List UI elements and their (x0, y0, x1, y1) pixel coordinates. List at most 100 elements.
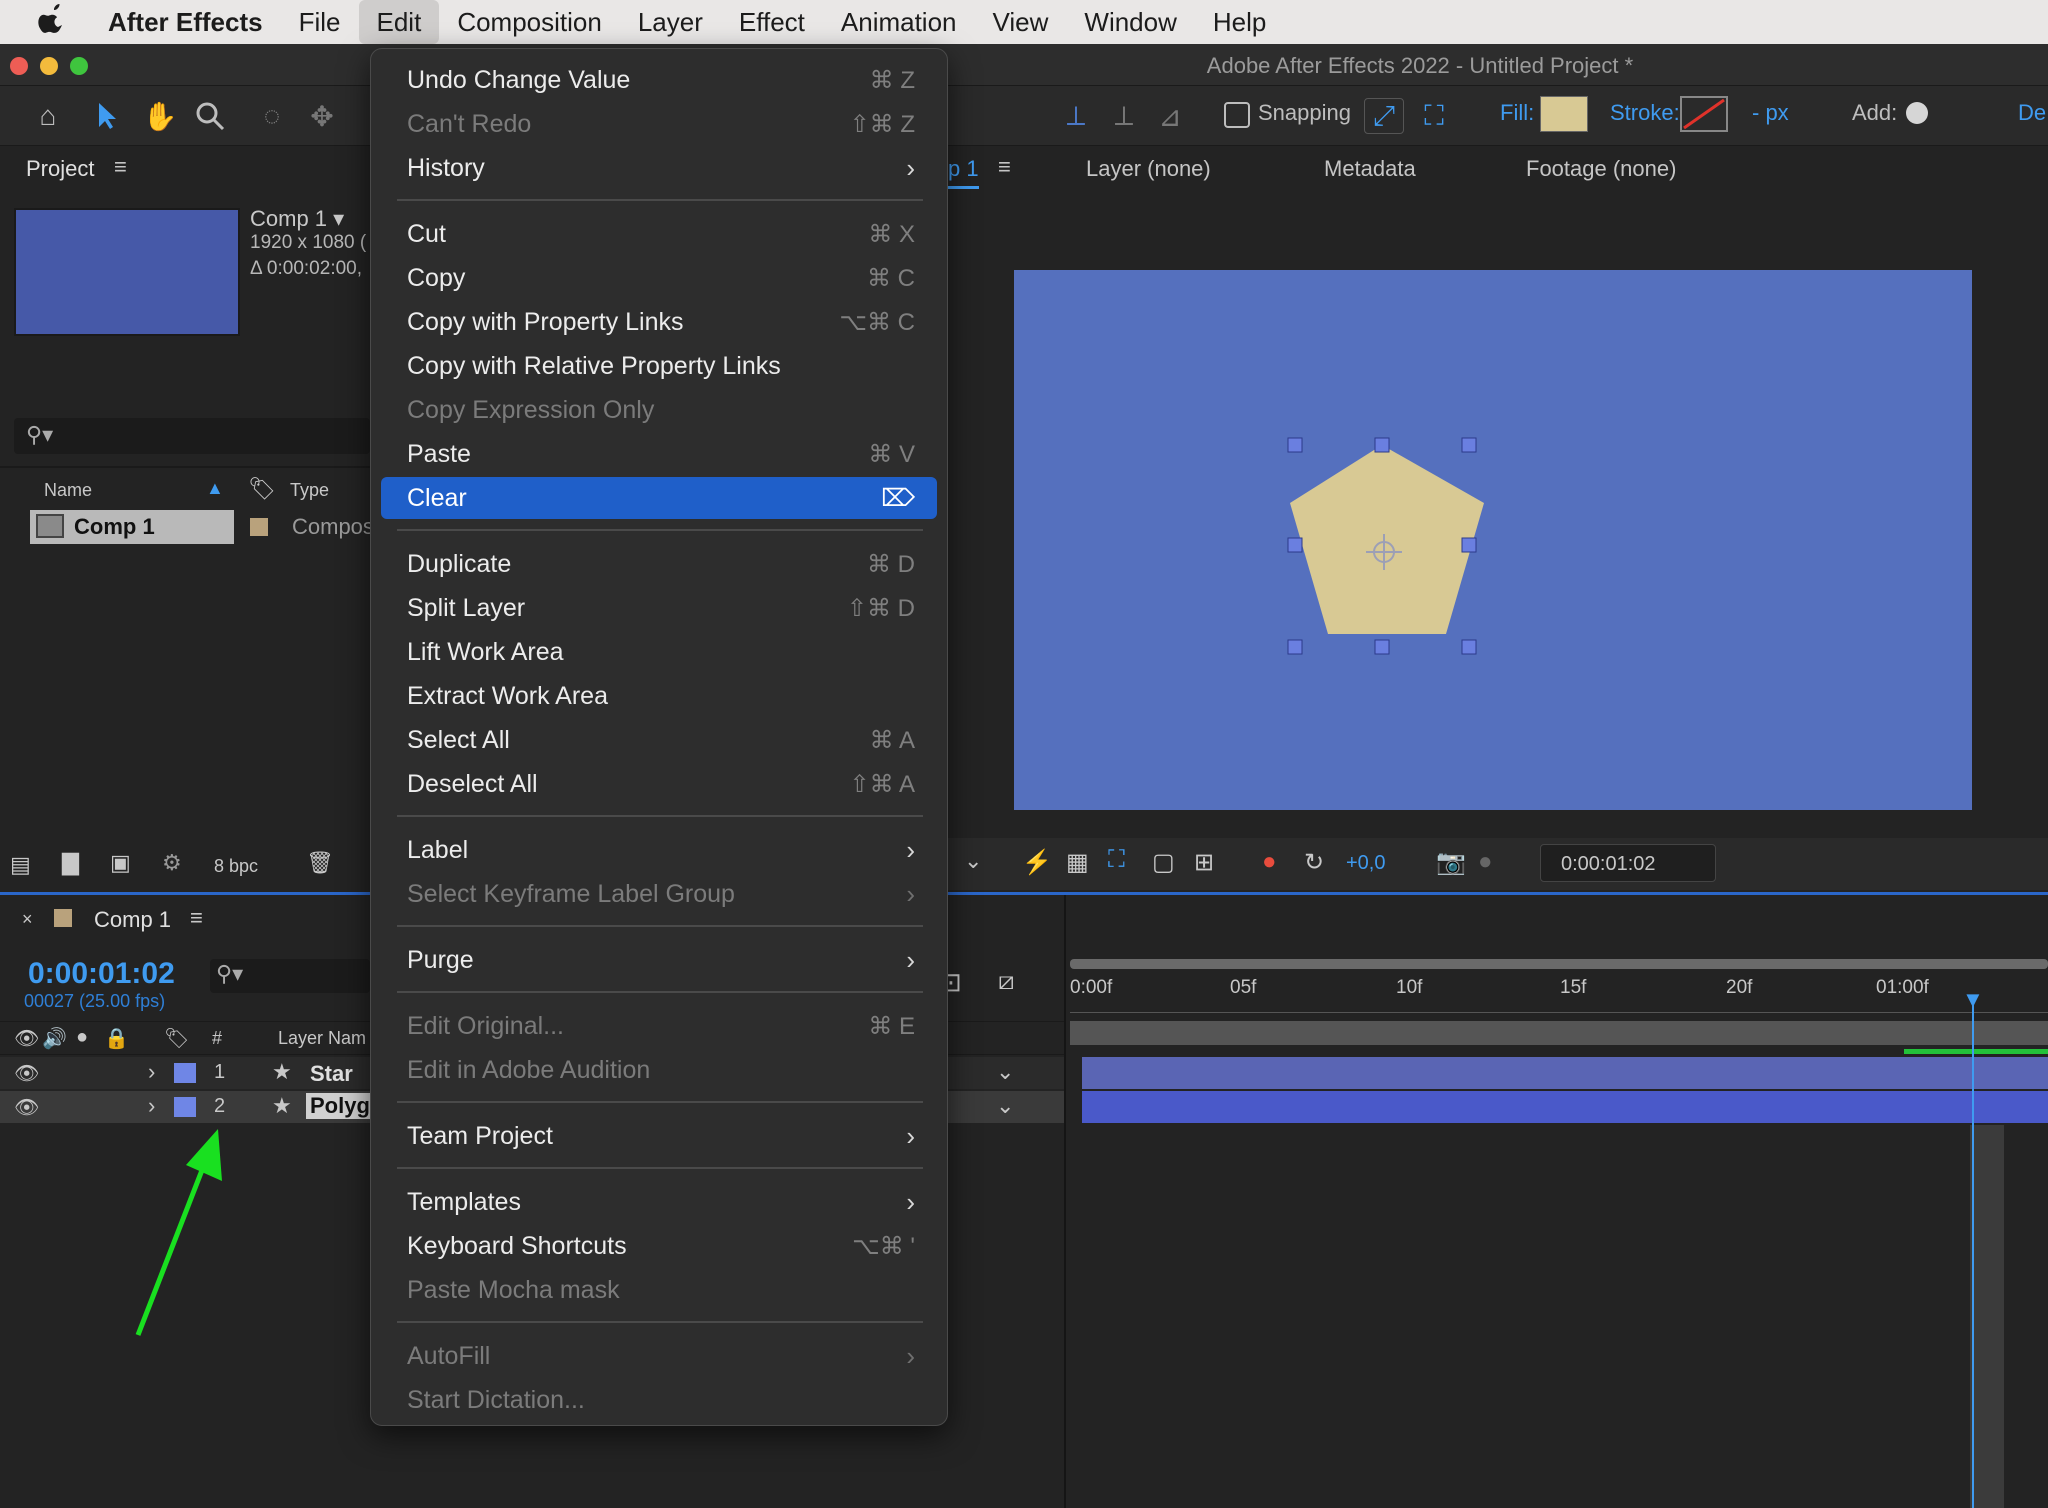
menu-composition[interactable]: Composition (439, 0, 620, 44)
chevron-right-icon[interactable]: › (148, 1093, 155, 1119)
layer-bar-polygon[interactable] (1082, 1091, 2048, 1123)
menu-item-deselect-all[interactable]: Deselect All ⇧⌘ A (381, 763, 937, 805)
fast-previews-icon[interactable]: ⚡ (1022, 848, 1052, 877)
hand-tool-icon[interactable]: ✋ (140, 98, 180, 134)
menu-item-copy-with-relative-property-links[interactable]: Copy with Relative Property Links (381, 345, 937, 387)
transparency-grid-icon[interactable]: ▦ (1066, 848, 1089, 877)
menu-item-templates[interactable]: Templates › (381, 1181, 937, 1223)
lock-switch-icon[interactable]: 🔒 (104, 1026, 129, 1051)
axis-world-icon[interactable]: ⟂ (1104, 98, 1144, 134)
menu-item-split-layer[interactable]: Split Layer ⇧⌘ D (381, 587, 937, 629)
new-composition-icon[interactable]: ▣ (110, 850, 131, 876)
layer-label-swatch[interactable] (174, 1063, 196, 1083)
menu-item-lift-work-area[interactable]: Lift Work Area (381, 631, 937, 673)
chevron-right-icon[interactable]: › (148, 1059, 155, 1085)
column-layer-name[interactable]: Layer Nam (278, 1028, 366, 1049)
menu-edit[interactable]: Edit (358, 0, 440, 44)
chevron-down-icon[interactable]: ⌄ (996, 1059, 1014, 1085)
menu-item-select-all[interactable]: Select All ⌘ A (381, 719, 937, 761)
menu-item-extract-work-area[interactable]: Extract Work Area (381, 675, 937, 717)
interpret-footage-icon[interactable]: ▤ (10, 852, 31, 878)
layer-name[interactable]: Star (310, 1061, 353, 1087)
axis-view-icon[interactable]: ⊿ (1150, 98, 1190, 134)
project-search-input[interactable]: ⚲▾ (14, 418, 370, 454)
solo-switch-icon[interactable]: ● (76, 1026, 88, 1049)
comp-canvas[interactable] (1014, 270, 1972, 810)
mask-visibility-icon[interactable]: ⛶ (1108, 846, 1125, 874)
reset-exposure-icon[interactable]: ↻ (1304, 848, 1324, 877)
menu-item-duplicate[interactable]: Duplicate ⌘ D (381, 543, 937, 585)
new-folder-icon[interactable]: ▇ (62, 850, 79, 876)
column-type[interactable]: Type (290, 480, 329, 501)
menu-layer[interactable]: Layer (620, 0, 721, 44)
menu-item-clear[interactable]: Clear ⌦ (381, 477, 937, 519)
panel-menu-icon[interactable]: ≡ (114, 154, 127, 180)
close-window-button[interactable] (10, 57, 28, 75)
menu-help[interactable]: Help (1195, 0, 1284, 44)
timeline-tab[interactable]: Comp 1 (94, 907, 171, 933)
timeline-search-input[interactable]: ⚲▾ (210, 959, 370, 993)
column-name[interactable]: Name (44, 480, 92, 501)
project-tab[interactable]: Project (26, 156, 94, 182)
project-settings-icon[interactable]: ⚙ (162, 850, 182, 876)
home-icon[interactable]: ⌂ (28, 98, 68, 134)
apple-icon[interactable] (38, 2, 82, 42)
panel-menu-icon-timeline[interactable]: ≡ (190, 905, 203, 931)
orbit-tool-icon[interactable]: ◌ (252, 98, 292, 134)
layer-name[interactable]: Polyg (306, 1093, 374, 1119)
menu-app[interactable]: After Effects (82, 0, 281, 44)
region-of-interest-icon[interactable]: ▢ (1152, 848, 1175, 877)
bit-depth-button[interactable]: 8 bpc (214, 856, 258, 877)
polygon-shape[interactable] (1290, 445, 1484, 634)
zoom-window-button[interactable] (70, 57, 88, 75)
show-snapshot-icon[interactable]: ● (1478, 848, 1493, 876)
menu-item-paste[interactable]: Paste ⌘ V (381, 433, 937, 475)
menu-item-label[interactable]: Label › (381, 829, 937, 871)
comp-info-name[interactable]: Comp 1 ▾ (250, 206, 344, 232)
label-tag-icon[interactable]: 🏷 (248, 476, 276, 502)
layer-label-swatch[interactable] (174, 1097, 196, 1117)
comp-flowchart-icon[interactable]: ⧄ (998, 965, 1015, 997)
menu-item-cut[interactable]: Cut ⌘ X (381, 213, 937, 255)
label-color-swatch[interactable] (250, 518, 268, 536)
tab-layer[interactable]: Layer (none) (1086, 156, 1211, 182)
label-tag-icon[interactable]: 🏷 (164, 1026, 189, 1051)
channel-icon[interactable]: ● (1262, 848, 1277, 876)
playhead-icon[interactable]: ▼ (1962, 987, 1984, 1013)
timeline-timecode[interactable]: 0:00:01:02 (28, 957, 175, 991)
axis-local-icon[interactable]: ⟂ (1056, 98, 1096, 134)
current-time-indicator[interactable] (1972, 995, 1974, 1508)
menu-item-copy[interactable]: Copy ⌘ C (381, 257, 937, 299)
snapping-checkbox[interactable] (1224, 102, 1250, 128)
work-area-bar[interactable] (1070, 959, 2048, 969)
workspace-tab[interactable]: De (2018, 100, 2046, 126)
panel-menu-icon-comp[interactable]: ≡ (998, 154, 1011, 180)
pan-tool-icon[interactable]: ✥ (302, 98, 342, 134)
menu-item-team-project[interactable]: Team Project › (381, 1115, 937, 1157)
snap-features-icon[interactable]: ⛶ (1414, 98, 1454, 134)
project-item-comp1[interactable]: Comp 1 (30, 510, 234, 544)
tab-footage[interactable]: Footage (none) (1526, 156, 1676, 182)
video-switch-icon[interactable]: 👁 (14, 1026, 39, 1051)
eye-icon[interactable]: 👁 (14, 1095, 39, 1120)
close-tab-icon[interactable]: × (22, 909, 33, 930)
menu-item-purge[interactable]: Purge › (381, 939, 937, 981)
menu-view[interactable]: View (975, 0, 1067, 44)
add-property-icon[interactable] (1906, 102, 1928, 124)
menu-item-undo-change-value[interactable]: Undo Change Value ⌘ Z (381, 59, 937, 101)
time-ruler[interactable]: 0:00f 05f 10f 15f 20f 01:00f (1070, 969, 2048, 1013)
camera-snapshot-icon[interactable]: 📷 (1436, 848, 1466, 877)
layer-bar-star[interactable] (1082, 1057, 2048, 1089)
menu-effect[interactable]: Effect (721, 0, 823, 44)
work-area-range[interactable] (1070, 1021, 2048, 1045)
tab-metadata[interactable]: Metadata (1324, 156, 1416, 182)
snap-edges-icon[interactable]: ⤢ (1364, 98, 1404, 134)
menu-item-history[interactable]: History › (381, 147, 937, 189)
minimize-window-button[interactable] (40, 57, 58, 75)
zoom-tool-icon[interactable] (190, 98, 230, 134)
chevron-down-icon[interactable]: ⌄ (964, 848, 982, 874)
current-time-display[interactable]: 0:00:01:02 (1540, 844, 1716, 882)
menu-animation[interactable]: Animation (823, 0, 975, 44)
menu-window[interactable]: Window (1066, 0, 1194, 44)
audio-switch-icon[interactable]: 🔊 (42, 1026, 67, 1051)
